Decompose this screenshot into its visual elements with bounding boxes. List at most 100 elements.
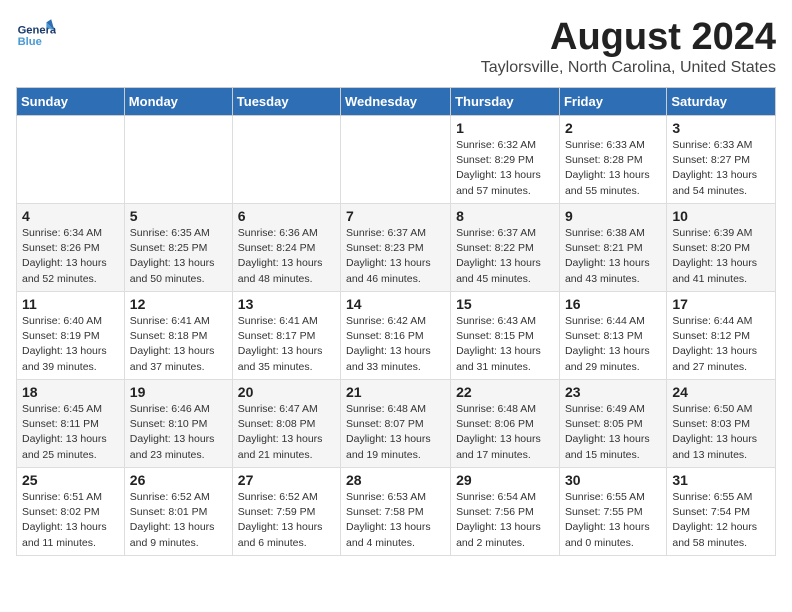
dow-sunday: Sunday (17, 88, 125, 116)
day-info: Sunrise: 6:33 AM Sunset: 8:28 PM Dayligh… (565, 138, 661, 199)
calendar-cell (341, 116, 451, 204)
day-number: 14 (346, 296, 445, 312)
calendar-cell: 29 Sunrise: 6:54 AM Sunset: 7:56 PM Dayli… (451, 468, 560, 556)
day-number: 19 (130, 384, 227, 400)
day-number: 2 (565, 120, 661, 136)
day-number: 20 (238, 384, 335, 400)
calendar-cell: 5 Sunrise: 6:35 AM Sunset: 8:25 PM Daylig… (124, 204, 232, 292)
calendar-cell: 24Sunrise: 6:50 AM Sunset: 8:03 PM Dayli… (667, 380, 776, 468)
day-number: 9 (565, 208, 661, 224)
calendar-cell: 26Sunrise: 6:52 AM Sunset: 8:01 PM Dayli… (124, 468, 232, 556)
day-info: Sunrise: 6:41 AM Sunset: 8:18 PM Dayligh… (130, 314, 227, 375)
day-info: Sunrise: 6:44 AM Sunset: 8:13 PM Dayligh… (565, 314, 661, 375)
calendar-cell: 9 Sunrise: 6:38 AM Sunset: 8:21 PM Daylig… (559, 204, 666, 292)
day-number: 25 (22, 472, 119, 488)
day-info: Sunrise: 6:44 AM Sunset: 8:12 PM Dayligh… (672, 314, 770, 375)
calendar-cell: 3 Sunrise: 6:33 AM Sunset: 8:27 PM Daylig… (667, 116, 776, 204)
calendar-cell: 18 Sunrise: 6:45 AM Sunset: 8:11 PM Dayli… (17, 380, 125, 468)
day-info: Sunrise: 6:37 AM Sunset: 8:22 PM Dayligh… (456, 226, 554, 287)
week-row-1: 4Sunrise: 6:34 AM Sunset: 8:26 PM Daylig… (17, 204, 776, 292)
day-info: Sunrise: 6:41 AM Sunset: 8:17 PM Dayligh… (238, 314, 335, 375)
day-number: 21 (346, 384, 445, 400)
day-info: Sunrise: 6:32 AM Sunset: 8:29 PM Dayligh… (456, 138, 554, 199)
calendar-cell: 12 Sunrise: 6:41 AM Sunset: 8:18 PM Dayli… (124, 292, 232, 380)
calendar-cell: 15 Sunrise: 6:43 AM Sunset: 8:15 PM Dayli… (451, 292, 560, 380)
week-row-0: 1 Sunrise: 6:32 AM Sunset: 8:29 PM Daylig… (17, 116, 776, 204)
day-number: 12 (130, 296, 227, 312)
day-info: Sunrise: 6:45 AM Sunset: 8:11 PM Dayligh… (22, 402, 119, 463)
month-title: August 2024 (481, 16, 776, 59)
day-info: Sunrise: 6:52 AM Sunset: 7:59 PM Dayligh… (238, 490, 335, 551)
day-number: 11 (22, 296, 119, 312)
day-info: Sunrise: 6:47 AM Sunset: 8:08 PM Dayligh… (238, 402, 335, 463)
calendar-cell: 30 Sunrise: 6:55 AM Sunset: 7:55 PM Dayli… (559, 468, 666, 556)
calendar-cell: 13 Sunrise: 6:41 AM Sunset: 8:17 PM Dayli… (232, 292, 340, 380)
calendar-cell: 2 Sunrise: 6:33 AM Sunset: 8:28 PM Daylig… (559, 116, 666, 204)
day-number: 23 (565, 384, 661, 400)
day-number: 31 (672, 472, 770, 488)
header: General Blue August 2024 Taylorsville, N… (16, 16, 776, 77)
calendar-cell: 1 Sunrise: 6:32 AM Sunset: 8:29 PM Daylig… (451, 116, 560, 204)
day-number: 3 (672, 120, 770, 136)
day-number: 13 (238, 296, 335, 312)
day-info: Sunrise: 6:33 AM Sunset: 8:27 PM Dayligh… (672, 138, 770, 199)
day-info: Sunrise: 6:49 AM Sunset: 8:05 PM Dayligh… (565, 402, 661, 463)
calendar-cell: 7 Sunrise: 6:37 AM Sunset: 8:23 PM Daylig… (341, 204, 451, 292)
dow-monday: Monday (124, 88, 232, 116)
location-subtitle: Taylorsville, North Carolina, United Sta… (481, 59, 776, 77)
calendar-cell: 11Sunrise: 6:40 AM Sunset: 8:19 PM Dayli… (17, 292, 125, 380)
calendar-cell: 22 Sunrise: 6:48 AM Sunset: 8:06 PM Dayli… (451, 380, 560, 468)
day-info: Sunrise: 6:51 AM Sunset: 8:02 PM Dayligh… (22, 490, 119, 551)
day-info: Sunrise: 6:38 AM Sunset: 8:21 PM Dayligh… (565, 226, 661, 287)
day-number: 8 (456, 208, 554, 224)
calendar-cell: 28Sunrise: 6:53 AM Sunset: 7:58 PM Dayli… (341, 468, 451, 556)
logo-icon: General Blue (16, 16, 56, 56)
calendar-cell: 20 Sunrise: 6:47 AM Sunset: 8:08 PM Dayli… (232, 380, 340, 468)
day-number: 26 (130, 472, 227, 488)
day-number: 27 (238, 472, 335, 488)
day-info: Sunrise: 6:36 AM Sunset: 8:24 PM Dayligh… (238, 226, 335, 287)
day-info: Sunrise: 6:35 AM Sunset: 8:25 PM Dayligh… (130, 226, 227, 287)
calendar-cell: 8 Sunrise: 6:37 AM Sunset: 8:22 PM Daylig… (451, 204, 560, 292)
dow-tuesday: Tuesday (232, 88, 340, 116)
day-number: 5 (130, 208, 227, 224)
day-number: 15 (456, 296, 554, 312)
week-row-3: 18 Sunrise: 6:45 AM Sunset: 8:11 PM Dayli… (17, 380, 776, 468)
day-number: 30 (565, 472, 661, 488)
dow-saturday: Saturday (667, 88, 776, 116)
calendar-cell: 14 Sunrise: 6:42 AM Sunset: 8:16 PM Dayli… (341, 292, 451, 380)
dow-wednesday: Wednesday (341, 88, 451, 116)
day-info: Sunrise: 6:55 AM Sunset: 7:54 PM Dayligh… (672, 490, 770, 551)
day-info: Sunrise: 6:55 AM Sunset: 7:55 PM Dayligh… (565, 490, 661, 551)
day-number: 7 (346, 208, 445, 224)
day-number: 28 (346, 472, 445, 488)
day-info: Sunrise: 6:54 AM Sunset: 7:56 PM Dayligh… (456, 490, 554, 551)
day-number: 22 (456, 384, 554, 400)
title-area: August 2024 Taylorsville, North Carolina… (481, 16, 776, 77)
day-info: Sunrise: 6:42 AM Sunset: 8:16 PM Dayligh… (346, 314, 445, 375)
day-number: 6 (238, 208, 335, 224)
calendar-cell: 21Sunrise: 6:48 AM Sunset: 8:07 PM Dayli… (341, 380, 451, 468)
day-number: 1 (456, 120, 554, 136)
day-number: 17 (672, 296, 770, 312)
day-info: Sunrise: 6:37 AM Sunset: 8:23 PM Dayligh… (346, 226, 445, 287)
calendar-cell: 23 Sunrise: 6:49 AM Sunset: 8:05 PM Dayli… (559, 380, 666, 468)
week-row-4: 25 Sunrise: 6:51 AM Sunset: 8:02 PM Dayli… (17, 468, 776, 556)
dow-friday: Friday (559, 88, 666, 116)
calendar-cell: 27 Sunrise: 6:52 AM Sunset: 7:59 PM Dayli… (232, 468, 340, 556)
calendar-cell: 19Sunrise: 6:46 AM Sunset: 8:10 PM Dayli… (124, 380, 232, 468)
calendar-cell: 6 Sunrise: 6:36 AM Sunset: 8:24 PM Daylig… (232, 204, 340, 292)
logo: General Blue (16, 16, 56, 56)
calendar-cell: 25 Sunrise: 6:51 AM Sunset: 8:02 PM Dayli… (17, 468, 125, 556)
week-row-2: 11Sunrise: 6:40 AM Sunset: 8:19 PM Dayli… (17, 292, 776, 380)
day-info: Sunrise: 6:43 AM Sunset: 8:15 PM Dayligh… (456, 314, 554, 375)
day-info: Sunrise: 6:48 AM Sunset: 8:06 PM Dayligh… (456, 402, 554, 463)
day-info: Sunrise: 6:50 AM Sunset: 8:03 PM Dayligh… (672, 402, 770, 463)
dow-thursday: Thursday (451, 88, 560, 116)
calendar-cell: 4Sunrise: 6:34 AM Sunset: 8:26 PM Daylig… (17, 204, 125, 292)
day-info: Sunrise: 6:34 AM Sunset: 8:26 PM Dayligh… (22, 226, 119, 287)
day-number: 16 (565, 296, 661, 312)
day-number: 18 (22, 384, 119, 400)
day-number: 29 (456, 472, 554, 488)
calendar-cell (124, 116, 232, 204)
